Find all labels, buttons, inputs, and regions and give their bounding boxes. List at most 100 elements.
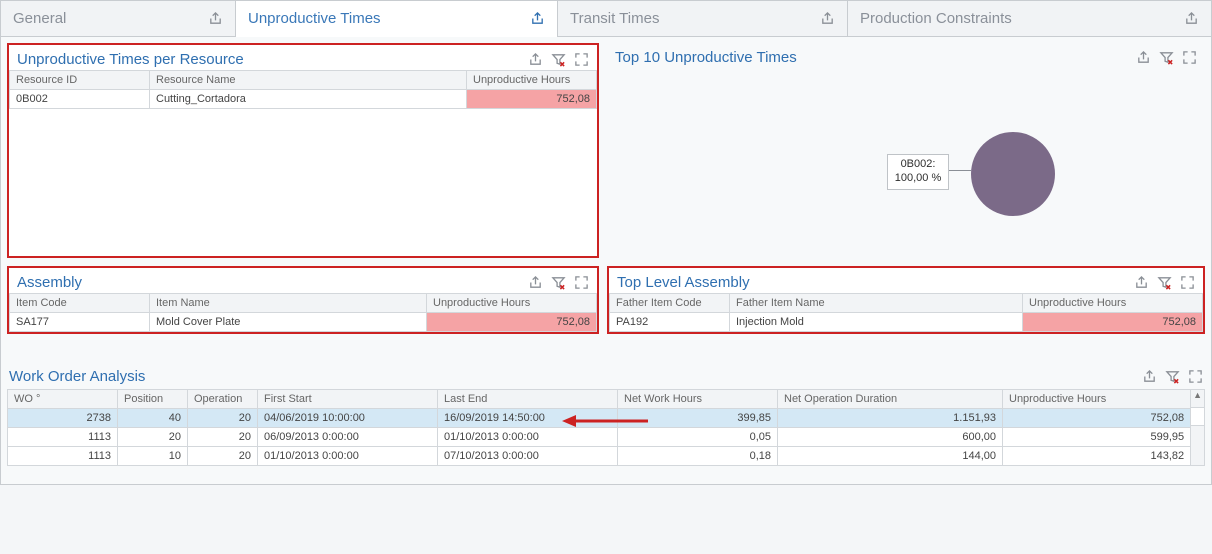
column-header[interactable]: Item Name [150,294,427,313]
column-header[interactable]: Operation [188,390,258,409]
tab-label: Unproductive Times [248,10,381,27]
cell-first-start: 01/10/2013 0:00:00 [258,447,438,466]
column-header[interactable]: Unproductive Hours [467,71,597,90]
export-icon[interactable] [530,11,545,26]
scroll-up-icon[interactable]: ▲ [1191,390,1204,408]
filter-icon[interactable] [551,275,566,290]
cell-last-end: 16/09/2019 14:50:00 [438,409,618,428]
table-top-level-assembly: Father Item Code Father Item Name Unprod… [609,293,1203,332]
table-row[interactable]: PA192 Injection Mold 752,08 [610,313,1203,332]
cell-uh: 143,82 [1003,447,1191,466]
tab-general[interactable]: General [1,1,236,36]
tab-label: Production Constraints [860,10,1012,27]
column-header[interactable]: Unproductive Hours [427,294,597,313]
table-row[interactable]: 0B002 Cutting_Cortadora 752,08 [10,90,597,109]
cell-last-end: 01/10/2013 0:00:00 [438,428,618,447]
cell-wo: 1113 [8,447,118,466]
column-header[interactable]: Position [118,390,188,409]
panel-title: Unproductive Times per Resource [17,51,244,68]
column-header[interactable]: Resource Name [150,71,467,90]
cell-item-name: Mold Cover Plate [150,313,427,332]
table-row[interactable]: SA177 Mold Cover Plate 752,08 [10,313,597,332]
tab-label: Transit Times [570,10,659,27]
cell-uh: 752,08 [1003,409,1191,428]
tab-production-constraints[interactable]: Production Constraints [848,1,1211,36]
tab-transit-times[interactable]: Transit Times [558,1,848,36]
column-header[interactable]: Net Work Hours [618,390,778,409]
column-header[interactable]: Resource ID [10,71,150,90]
table-row[interactable]: 1113 20 20 06/09/2013 0:00:00 01/10/2013… [8,428,1191,447]
pie-slice[interactable] [971,132,1055,216]
column-header[interactable]: Item Code [10,294,150,313]
cell-nod: 1.151,93 [778,409,1003,428]
cell-op: 20 [188,409,258,428]
cell-wo: 1113 [8,428,118,447]
expand-icon[interactable] [574,52,589,67]
table-work-order-analysis: WO ° Position Operation First Start Last… [7,389,1191,466]
cell-pos: 40 [118,409,188,428]
pie-slice-label: 0B002:100,00 % [887,154,949,190]
tab-unproductive-times[interactable]: Unproductive Times [236,1,558,36]
cell-father-code: PA192 [610,313,730,332]
cell-hours: 752,08 [1023,313,1203,332]
export-icon[interactable] [1134,275,1149,290]
export-icon[interactable] [820,11,835,26]
filter-icon[interactable] [1159,50,1174,65]
tab-label: General [13,10,66,27]
panel-top-level-assembly: Top Level Assembly Father Item Code Fath… [607,266,1205,334]
cell-nod: 600,00 [778,428,1003,447]
app-container: General Unproductive Times Transit Times… [0,0,1212,485]
expand-icon[interactable] [574,275,589,290]
expand-icon[interactable] [1180,275,1195,290]
export-icon[interactable] [208,11,223,26]
cell-resource-id: 0B002 [10,90,150,109]
table-assembly: Item Code Item Name Unproductive Hours S… [9,293,597,332]
table-row[interactable]: 1113 10 20 01/10/2013 0:00:00 07/10/2013… [8,447,1191,466]
column-header[interactable]: Unproductive Hours [1023,294,1203,313]
export-icon[interactable] [1184,11,1199,26]
export-icon[interactable] [1142,369,1157,384]
filter-icon[interactable] [1165,369,1180,384]
tab-bar: General Unproductive Times Transit Times… [1,1,1211,37]
column-header[interactable]: First Start [258,390,438,409]
scrollbar-vertical[interactable]: ▲ [1191,389,1205,466]
cell-nwh: 0,05 [618,428,778,447]
table-row[interactable]: 2738 40 20 04/06/2019 10:00:00 16/09/201… [8,409,1191,428]
cell-op: 20 [188,447,258,466]
panel-title: Top 10 Unproductive Times [615,49,797,66]
cell-first-start: 04/06/2019 10:00:00 [258,409,438,428]
cell-first-start: 06/09/2013 0:00:00 [258,428,438,447]
column-header[interactable]: Unproductive Hours [1003,390,1191,409]
column-header[interactable]: Father Item Code [610,294,730,313]
export-icon[interactable] [528,52,543,67]
filter-icon[interactable] [1157,275,1172,290]
column-header[interactable]: WO ° [8,390,118,409]
panel-title: Work Order Analysis [9,368,145,385]
cell-last-end: 07/10/2013 0:00:00 [438,447,618,466]
filter-icon[interactable] [551,52,566,67]
table-unproductive-per-resource: Resource ID Resource Name Unproductive H… [9,70,597,109]
panel-unproductive-per-resource: Unproductive Times per Resource Resource… [7,43,599,258]
column-header[interactable]: Last End [438,390,618,409]
cell-hours: 752,08 [427,313,597,332]
cell-father-name: Injection Mold [730,313,1023,332]
cell-nod: 144,00 [778,447,1003,466]
cell-uh: 599,95 [1003,428,1191,447]
panel-title: Top Level Assembly [617,274,750,291]
panel-assembly: Assembly Item Code Item Name Unproductiv… [7,266,599,334]
panel-top10-unproductive: Top 10 Unproductive Times 0B002:100,00 % [607,43,1205,258]
cell-resource-name: Cutting_Cortadora [150,90,467,109]
scroll-thumb[interactable] [1191,408,1204,426]
cell-wo: 2738 [8,409,118,428]
pie-chart: 0B002:100,00 % [607,68,1205,258]
export-icon[interactable] [528,275,543,290]
column-header[interactable]: Father Item Name [730,294,1023,313]
expand-icon[interactable] [1182,50,1197,65]
cell-op: 20 [188,428,258,447]
cell-pos: 10 [118,447,188,466]
expand-icon[interactable] [1188,369,1203,384]
column-header[interactable]: Net Operation Duration [778,390,1003,409]
cell-pos: 20 [118,428,188,447]
cell-nwh: 0,18 [618,447,778,466]
export-icon[interactable] [1136,50,1151,65]
